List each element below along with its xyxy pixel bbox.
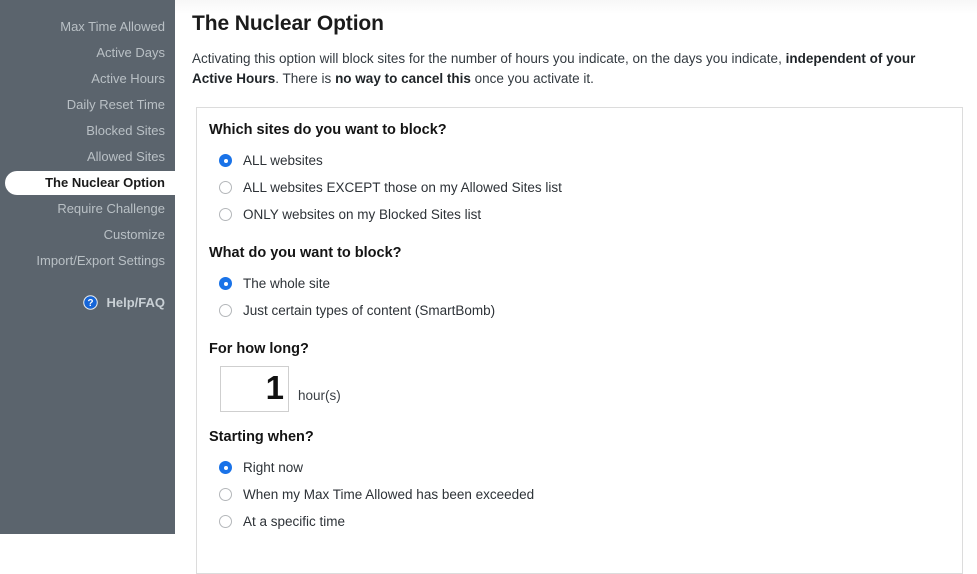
sidebar-navigation: Max Time Allowed Active Days Active Hours D… — [0, 0, 175, 534]
duration-field-row: hour(s) — [209, 366, 962, 412]
radio-option-label: Right now — [243, 460, 304, 475]
radio-option-label: The whole site — [243, 276, 331, 291]
duration-unit-label: hour(s) — [298, 388, 341, 403]
radio-button-selected[interactable] — [219, 154, 232, 167]
radio-option[interactable]: ALL websites EXCEPT those on my Allowed … — [209, 174, 962, 201]
radio-button-unselected[interactable] — [219, 181, 232, 194]
sidebar-item-label: Active Days — [96, 45, 165, 60]
sidebar-item-label: Import/Export Settings — [36, 253, 165, 268]
settings-section: Which sites do you want to block? ALL web… — [209, 122, 962, 228]
help-faq-label: Help/FAQ — [106, 295, 165, 310]
sidebar-item-allowed-sites[interactable]: Allowed Sites — [0, 144, 175, 170]
radio-group: ALL websites ALL websites EXCEPT those on… — [209, 147, 962, 228]
sidebar-item-list: Max Time Allowed Active Days Active Hours D… — [0, 14, 175, 274]
sidebar-item-label: Require Challenge — [57, 201, 165, 216]
sidebar-item-blocked-sites[interactable]: Blocked Sites — [0, 118, 175, 144]
radio-option[interactable]: The whole site — [209, 270, 962, 297]
sidebar-item-daily-reset-time[interactable]: Daily Reset Time — [0, 92, 175, 118]
radio-option[interactable]: At a specific time — [209, 508, 962, 535]
sidebar-item-the-nuclear-option[interactable]: The Nuclear Option — [0, 170, 175, 196]
radio-option-label: ALL websites EXCEPT those on my Allowed … — [243, 180, 562, 195]
radio-button-unselected[interactable] — [219, 304, 232, 317]
settings-section: Starting when? Right now When my Max Time … — [209, 429, 962, 535]
radio-button-unselected[interactable] — [219, 515, 232, 528]
section-title: Which sites do you want to block? — [209, 122, 447, 138]
radio-option-label: At a specific time — [243, 514, 346, 529]
section-title: For how long? — [209, 341, 309, 357]
section-title: Starting when? — [209, 429, 314, 445]
sidebar-item-label: Customize — [103, 227, 165, 242]
nuclear-option-settings-panel: Which sites do you want to block? ALL web… — [196, 107, 963, 574]
sidebar-item-max-time-allowed[interactable]: Max Time Allowed — [0, 14, 175, 40]
sidebar-item-label: The Nuclear Option — [45, 175, 165, 190]
description-text-3: once you activate it. — [470, 71, 594, 86]
radio-button-unselected[interactable] — [219, 208, 232, 221]
settings-section: For how long? hour(s) — [209, 341, 962, 412]
sidebar-item-label: Blocked Sites — [86, 123, 165, 138]
svg-text:?: ? — [87, 298, 93, 309]
radio-option[interactable]: ALL websites — [209, 147, 962, 174]
page-title: The Nuclear Option — [192, 12, 384, 35]
page-description: Activating this option will block sites … — [192, 49, 952, 89]
radio-option-label: ONLY websites on my Blocked Sites list — [243, 207, 482, 222]
sidebar-item-label: Max Time Allowed — [60, 19, 165, 34]
radio-option-label: Just certain types of content (SmartBomb… — [243, 303, 496, 318]
radio-option[interactable]: ONLY websites on my Blocked Sites list — [209, 201, 962, 228]
description-bold-2: no way to cancel this — [335, 71, 471, 86]
radio-button-selected[interactable] — [219, 277, 232, 290]
sidebar-item-label: Active Hours — [91, 71, 165, 86]
section-title: What do you want to block? — [209, 245, 402, 261]
settings-section-list: Which sites do you want to block? ALL web… — [209, 122, 962, 535]
sidebar-item-label: Allowed Sites — [86, 149, 165, 164]
sidebar-item-import-export-settings[interactable]: Import/Export Settings — [0, 248, 175, 274]
radio-group: The whole site Just certain types of cont… — [209, 270, 962, 324]
radio-option[interactable]: Right now — [209, 454, 962, 481]
radio-option[interactable]: Just certain types of content (SmartBomb… — [209, 297, 962, 324]
radio-option-label: When my Max Time Allowed has been exceed… — [243, 487, 535, 502]
question-mark-circle-icon: ? — [83, 295, 98, 310]
app-window: Max Time Allowed Active Days Active Hours D… — [0, 0, 977, 574]
sidebar-item-active-hours[interactable]: Active Hours — [0, 66, 175, 92]
settings-section: What do you want to block? The whole site… — [209, 245, 962, 324]
radio-button-unselected[interactable] — [219, 488, 232, 501]
sidebar-item-help-faq[interactable]: ? Help/FAQ — [0, 292, 175, 314]
sidebar-item-active-days[interactable]: Active Days — [0, 40, 175, 66]
radio-button-selected[interactable] — [219, 461, 232, 474]
sidebar-item-customize[interactable]: Customize — [0, 222, 175, 248]
duration-hours-input[interactable] — [220, 366, 289, 412]
sidebar-item-label: Daily Reset Time — [66, 97, 165, 112]
radio-option[interactable]: When my Max Time Allowed has been exceed… — [209, 481, 962, 508]
radio-group: Right now When my Max Time Allowed has be… — [209, 454, 962, 535]
radio-option-label: ALL websites — [243, 153, 323, 168]
sidebar-item-require-challenge[interactable]: Require Challenge — [0, 196, 175, 222]
description-text-2: . There is — [275, 71, 336, 86]
description-text-1: Activating this option will block sites … — [192, 51, 786, 66]
